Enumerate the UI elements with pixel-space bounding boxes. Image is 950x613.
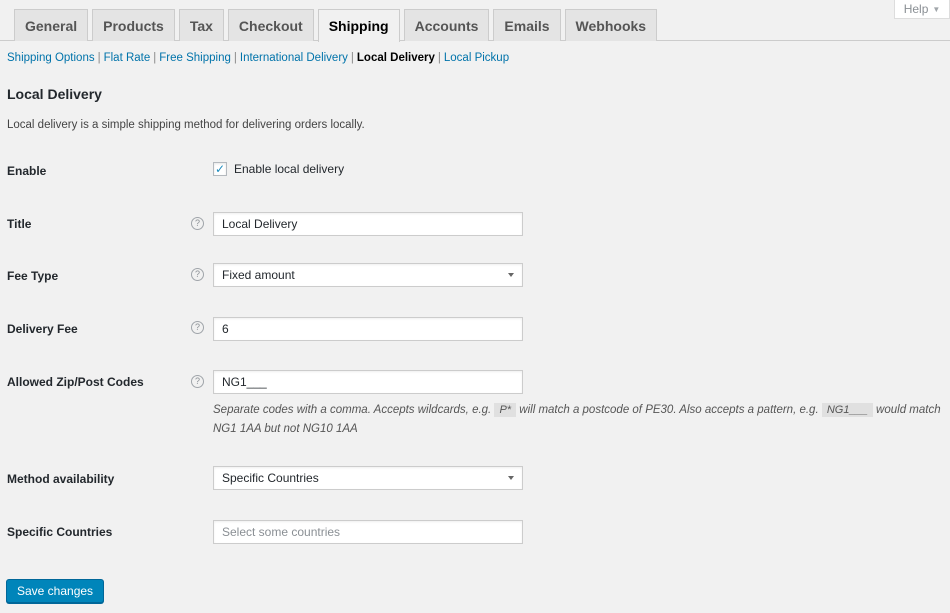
chevron-down-icon <box>508 273 514 277</box>
fee-type-value: Fixed amount <box>222 268 295 282</box>
tab-emails[interactable]: Emails <box>493 9 561 41</box>
section-separator: | <box>233 52 237 64</box>
fee-type-select[interactable]: Fixed amount <box>213 263 523 287</box>
section-current-local-delivery: Local Delivery <box>356 52 435 64</box>
countries-multiselect[interactable]: Select some countries <box>213 520 523 544</box>
title-input[interactable]: Local Delivery <box>213 212 523 236</box>
save-changes-button[interactable]: Save changes <box>6 579 105 603</box>
section-separator: | <box>437 52 441 64</box>
codes-desc-part: Separate codes with a comma. Accepts wil… <box>213 404 495 416</box>
help-tip-icon[interactable]: ? <box>191 321 204 334</box>
fee-type-label: Fee Type <box>7 269 59 283</box>
codes-desc-code: P* <box>494 403 517 417</box>
page-title: Local Delivery <box>7 86 102 102</box>
codes-description: Separate codes with a comma. Accepts wil… <box>213 401 948 439</box>
title-label: Title <box>7 217 32 231</box>
checkmark-icon: ✓ <box>214 162 226 176</box>
codes-desc-code: NG1___ <box>821 403 873 417</box>
codes-desc-part: will match a postcode of PE30. Also acce… <box>516 404 822 416</box>
tab-general[interactable]: General <box>14 9 89 41</box>
settings-tabs: General Products Tax Checkout Shipping A… <box>14 8 658 42</box>
section-separator: | <box>350 52 354 64</box>
tab-products[interactable]: Products <box>92 9 175 41</box>
section-link-shipping-options[interactable]: Shipping Options <box>7 52 95 64</box>
enable-checkbox-label: Enable local delivery <box>234 162 345 176</box>
tab-accounts[interactable]: Accounts <box>403 9 490 41</box>
section-link-international-delivery[interactable]: International Delivery <box>240 52 348 64</box>
section-separator: | <box>97 52 101 64</box>
section-link-free-shipping[interactable]: Free Shipping <box>159 52 231 64</box>
availability-value: Specific Countries <box>222 471 319 485</box>
enable-label: Enable <box>7 164 47 178</box>
enable-checkbox[interactable]: ✓ <box>213 162 227 176</box>
help-label: Help <box>903 2 929 16</box>
help-tip-icon[interactable]: ? <box>191 268 204 281</box>
delivery-fee-input[interactable]: 6 <box>213 317 523 341</box>
help-tip-icon[interactable]: ? <box>191 375 204 388</box>
enable-checkbox-row[interactable]: ✓ Enable local delivery <box>213 162 344 176</box>
caret-down-icon: ▼ <box>932 4 941 14</box>
tab-webhooks[interactable]: Webhooks <box>564 9 658 41</box>
tab-shipping[interactable]: Shipping <box>317 9 400 42</box>
help-button[interactable]: Help ▼ <box>894 0 950 19</box>
section-separator: | <box>153 52 157 64</box>
section-link-flat-rate[interactable]: Flat Rate <box>104 52 151 64</box>
availability-select[interactable]: Specific Countries <box>213 466 523 490</box>
tab-checkout[interactable]: Checkout <box>227 9 314 41</box>
help-tip-icon[interactable]: ? <box>191 217 204 230</box>
page-description: Local delivery is a simple shipping meth… <box>7 119 365 131</box>
tab-tax[interactable]: Tax <box>178 9 224 41</box>
chevron-down-icon <box>508 476 514 480</box>
codes-label: Allowed Zip/Post Codes <box>7 375 144 389</box>
section-link-local-pickup[interactable]: Local Pickup <box>444 52 509 64</box>
countries-label: Specific Countries <box>7 525 113 539</box>
shipping-sections-nav: Shipping Options | Flat Rate | Free Shipping… <box>7 52 509 64</box>
codes-input[interactable]: NG1___ <box>213 370 523 394</box>
delivery-fee-label: Delivery Fee <box>7 322 78 336</box>
availability-label: Method availability <box>7 472 115 486</box>
